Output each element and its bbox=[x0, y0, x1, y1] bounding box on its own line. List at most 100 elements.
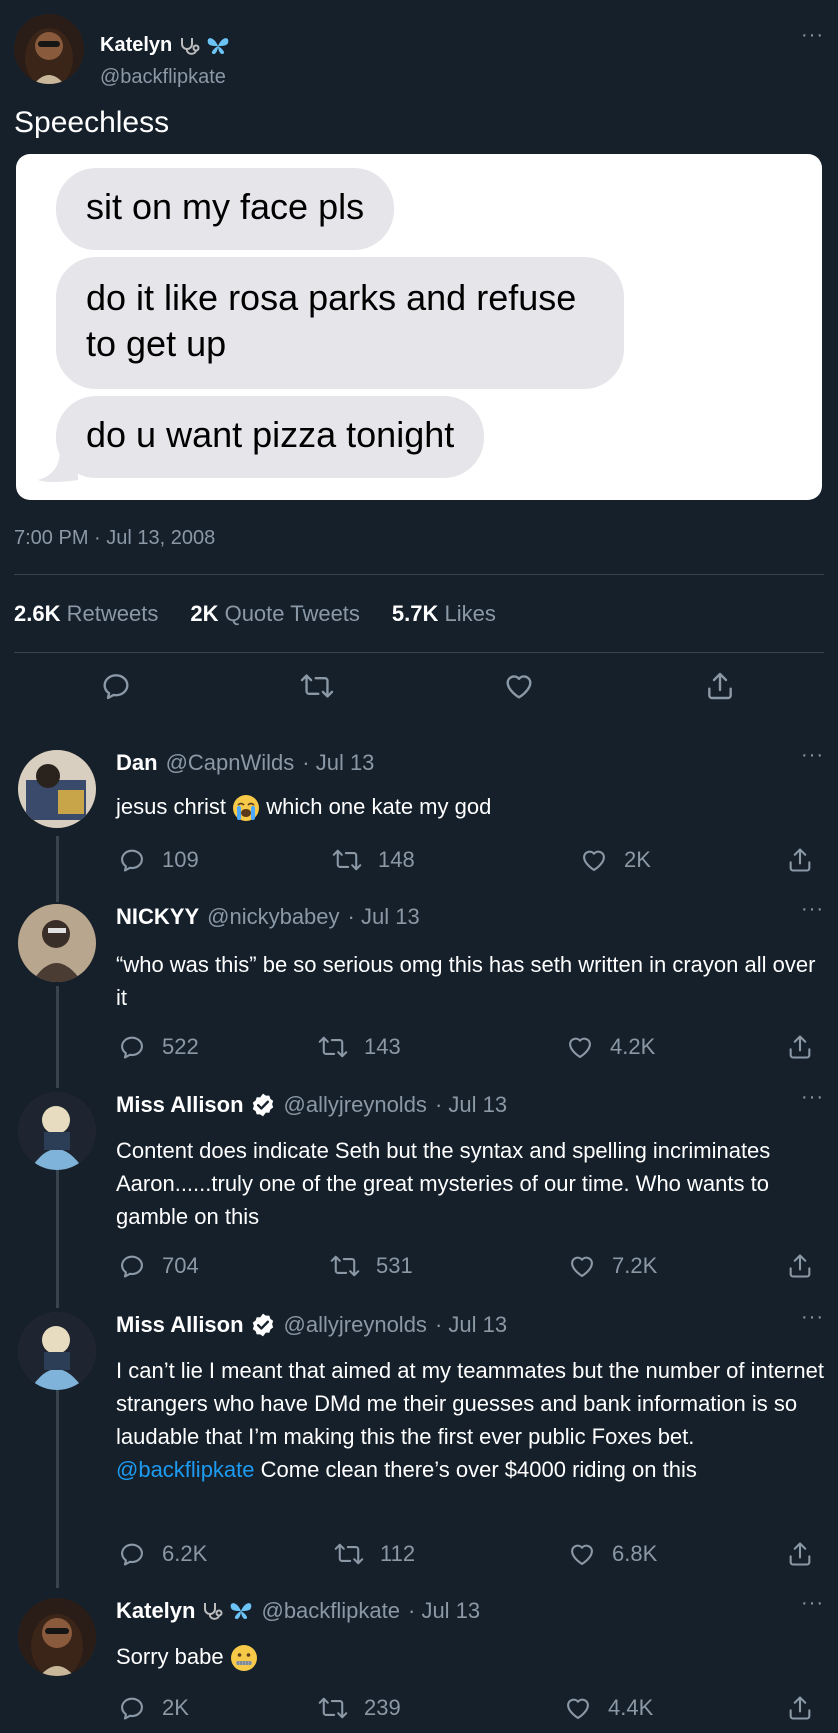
heart-icon bbox=[567, 1698, 589, 1719]
retweet-icon bbox=[334, 1543, 364, 1565]
likes-stat[interactable]: 5.7K Likes bbox=[392, 601, 496, 627]
tweet-text: Speechless bbox=[14, 106, 170, 139]
divider bbox=[14, 652, 824, 653]
avatar[interactable] bbox=[18, 904, 96, 982]
thread-line bbox=[56, 1166, 59, 1308]
retweet-icon bbox=[332, 849, 362, 871]
reply-header: Miss Allison @allyjreynolds · Jul 13 bbox=[116, 1092, 507, 1118]
reply-button[interactable]: 2K bbox=[118, 1694, 189, 1722]
reply-icon bbox=[121, 1255, 143, 1278]
loudly-crying-emoji-icon bbox=[233, 795, 260, 822]
heart-icon bbox=[571, 1544, 593, 1565]
retweet-button[interactable]: 112 bbox=[334, 1540, 415, 1568]
author-name[interactable]: NICKYY bbox=[116, 904, 199, 930]
retweet-icon bbox=[318, 1697, 348, 1719]
stethoscope-icon bbox=[181, 37, 200, 55]
share-button[interactable] bbox=[786, 846, 814, 874]
message-bubble: sit on my face pls bbox=[56, 168, 395, 250]
reply-actions: 704 531 7.2K bbox=[0, 1252, 838, 1282]
reply-text: Sorry babe bbox=[116, 1640, 826, 1673]
like-button[interactable]: 7.2K bbox=[568, 1252, 657, 1280]
share-button[interactable] bbox=[786, 1694, 814, 1722]
heart-icon bbox=[506, 675, 532, 699]
reply-date[interactable]: · Jul 13 bbox=[348, 904, 420, 930]
reply-header: Miss Allison @allyjreynolds · Jul 13 bbox=[116, 1312, 507, 1338]
retweet-icon bbox=[300, 674, 334, 698]
retweet-button[interactable]: 239 bbox=[318, 1694, 401, 1722]
mention-link[interactable]: @backflipkate bbox=[116, 1457, 255, 1482]
reply-button[interactable] bbox=[100, 670, 132, 702]
more-options-button[interactable]: ··· bbox=[801, 1306, 824, 1329]
author-handle[interactable]: @allyjreynolds bbox=[284, 1312, 427, 1338]
author-name[interactable]: Katelyn bbox=[100, 34, 230, 57]
retweet-button[interactable] bbox=[300, 670, 334, 702]
reply-actions: 6.2K 112 6.8K bbox=[0, 1540, 838, 1570]
quote-tweets-stat[interactable]: 2K Quote Tweets bbox=[190, 601, 360, 627]
retweet-icon bbox=[330, 1255, 360, 1277]
reply-text: I can’t lie I meant that aimed at my tea… bbox=[116, 1358, 825, 1482]
like-button[interactable]: 2K bbox=[580, 846, 651, 874]
reply-actions: 109 148 2K bbox=[0, 846, 838, 876]
more-options-button[interactable]: ··· bbox=[801, 1086, 824, 1109]
like-button[interactable]: 6.8K bbox=[568, 1540, 657, 1568]
tweet-image[interactable]: sit on my face pls do it like rosa parks… bbox=[16, 154, 822, 500]
avatar[interactable] bbox=[18, 750, 96, 828]
reply-icon bbox=[103, 674, 129, 700]
retweet-button[interactable]: 531 bbox=[330, 1252, 413, 1280]
reply-header: Dan @CapnWilds · Jul 13 bbox=[116, 750, 374, 776]
like-button[interactable]: 4.4K bbox=[564, 1694, 653, 1722]
reply-button[interactable]: 704 bbox=[118, 1252, 199, 1280]
heart-icon bbox=[569, 1037, 591, 1058]
avatar[interactable] bbox=[18, 1092, 96, 1170]
share-button[interactable] bbox=[786, 1252, 814, 1280]
reply-text: Content does indicate Seth but the synta… bbox=[116, 1138, 771, 1229]
stethoscope-icon bbox=[204, 1603, 223, 1620]
author-name[interactable]: Katelyn bbox=[116, 1598, 253, 1624]
retweet-icon bbox=[318, 1036, 348, 1058]
tweet-timestamp[interactable]: 7:00 PM · Jul 13, 2008 bbox=[14, 527, 215, 550]
share-button[interactable] bbox=[786, 1033, 814, 1061]
reply-date[interactable]: · Jul 13 bbox=[408, 1598, 480, 1624]
like-button[interactable]: 4.2K bbox=[566, 1033, 655, 1061]
more-options-button[interactable]: ··· bbox=[801, 744, 824, 767]
reply-date[interactable]: · Jul 13 bbox=[435, 1312, 507, 1338]
message-bubble: do u want pizza tonight bbox=[56, 396, 485, 478]
reply-icon bbox=[121, 1543, 143, 1566]
more-options-button[interactable]: ··· bbox=[801, 1592, 824, 1615]
more-options-button[interactable]: ··· bbox=[801, 24, 824, 47]
reply-date[interactable]: · Jul 13 bbox=[435, 1092, 507, 1118]
main-tweet-actions bbox=[0, 670, 838, 706]
reply-header: NICKYY @nickybabey · Jul 13 bbox=[116, 904, 420, 930]
author-handle[interactable]: @allyjreynolds bbox=[284, 1092, 427, 1118]
reply-icon bbox=[121, 1697, 143, 1720]
reply-date[interactable]: · Jul 13 bbox=[302, 750, 374, 776]
reply-actions: 522 143 4.2K bbox=[0, 1033, 838, 1063]
author-name[interactable]: Miss Allison bbox=[116, 1092, 276, 1118]
reply-button[interactable]: 6.2K bbox=[118, 1540, 207, 1568]
author-handle[interactable]: @backflipkate bbox=[261, 1598, 400, 1624]
reply-button[interactable]: 109 bbox=[118, 846, 199, 874]
avatar[interactable] bbox=[18, 1312, 96, 1390]
main-tweet-header: Katelyn @backflipkate ··· bbox=[14, 14, 824, 88]
zipper-mouth-emoji-icon bbox=[230, 1645, 257, 1672]
author-name[interactable]: Miss Allison bbox=[116, 1312, 276, 1338]
more-options-button[interactable]: ··· bbox=[801, 898, 824, 921]
retweet-button[interactable]: 143 bbox=[318, 1033, 401, 1061]
avatar[interactable] bbox=[14, 14, 84, 84]
author-handle[interactable]: @backflipkate bbox=[100, 66, 226, 89]
author-handle[interactable]: @CapnWilds bbox=[166, 750, 295, 776]
share-button[interactable] bbox=[786, 1540, 814, 1568]
author-handle[interactable]: @nickybabey bbox=[207, 904, 339, 930]
retweet-button[interactable]: 148 bbox=[332, 846, 415, 874]
share-icon bbox=[789, 1696, 811, 1720]
reply-button[interactable]: 522 bbox=[118, 1033, 199, 1061]
like-button[interactable] bbox=[503, 670, 535, 702]
butterfly-icon bbox=[207, 37, 229, 54]
heart-icon bbox=[571, 1256, 593, 1277]
author-name[interactable]: Dan bbox=[116, 750, 158, 776]
avatar[interactable] bbox=[18, 1598, 96, 1676]
share-button[interactable] bbox=[704, 670, 736, 702]
share-icon bbox=[789, 848, 811, 872]
retweets-stat[interactable]: 2.6K Retweets bbox=[14, 601, 158, 627]
share-icon bbox=[789, 1542, 811, 1566]
